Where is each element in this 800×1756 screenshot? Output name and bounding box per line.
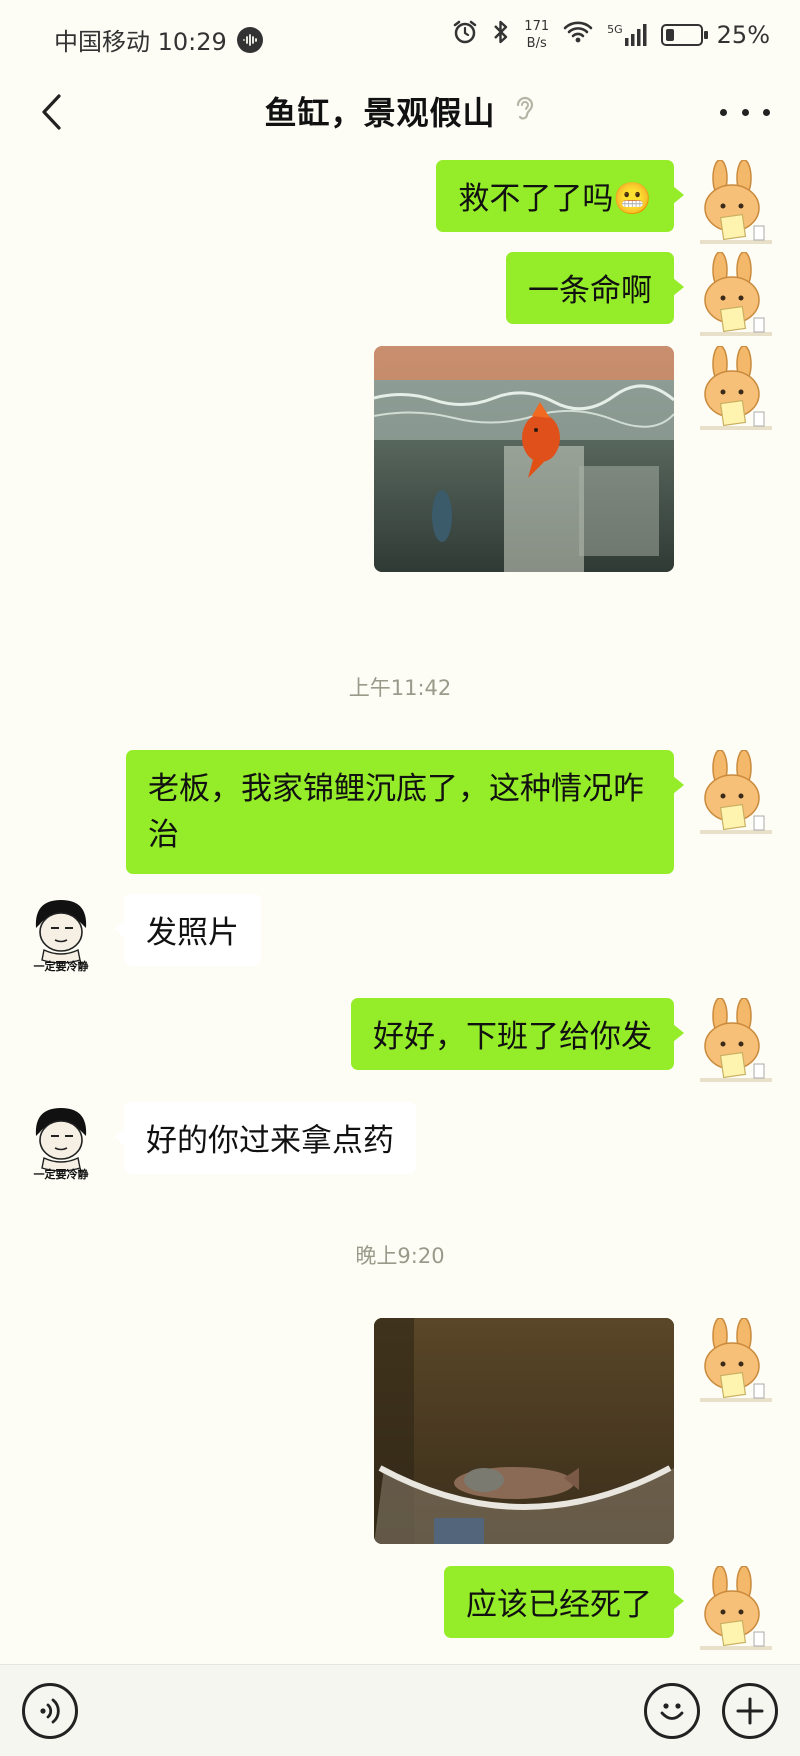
ear-icon (514, 94, 536, 128)
emoji-button[interactable] (644, 1683, 700, 1739)
bunny-avatar-icon (700, 251, 772, 336)
message-text: 救不了了吗😬 (458, 181, 652, 217)
more-dot (720, 108, 727, 116)
my-avatar[interactable] (696, 345, 774, 432)
other-avatar[interactable]: 一定要冷静 (22, 894, 100, 980)
fish-bowl-photo-image (374, 1318, 674, 1544)
my-avatar[interactable] (696, 1317, 774, 1404)
plus-icon (736, 1697, 764, 1725)
battery-icon (660, 24, 708, 46)
avatar-caption: 一定要冷静 (33, 960, 89, 973)
net-speed: 171 B/s (524, 18, 549, 52)
more-button[interactable] (720, 92, 770, 132)
time-divider: 上午11:42 (348, 676, 452, 700)
photo-goldfish-tank[interactable] (374, 346, 674, 572)
avatar-caption: 一定要冷静 (33, 1168, 89, 1181)
nav-title-wrap: 鱼缸，景观假山 (264, 88, 535, 134)
message-row (0, 345, 800, 612)
message-row: 老板，我家锦鲤沉底了，这种情况咋治 (0, 749, 800, 874)
my-avatar[interactable] (696, 1565, 774, 1652)
battery-percent: 25% (716, 21, 770, 49)
more-dot (763, 108, 770, 116)
audio-wave-icon (236, 26, 263, 53)
status-left: 中国移动 10:29 (54, 22, 263, 57)
back-button[interactable] (30, 90, 74, 134)
message-row: 救不了了吗😬 (0, 159, 800, 250)
my-avatar[interactable] (696, 997, 774, 1084)
my-avatar[interactable] (696, 159, 774, 246)
message-row (0, 1317, 800, 1544)
status-bar: 中国移动 10:29 171 B/s 5G 25% (0, 0, 800, 78)
message-bubble[interactable]: 救不了了吗😬 (436, 160, 684, 232)
net-speed-unit: B/s (526, 36, 547, 51)
message-text: 好好，下班了给你发 (373, 1019, 652, 1055)
chevron-left-icon (42, 94, 61, 130)
my-avatar[interactable] (696, 749, 774, 836)
other-avatar[interactable]: 一定要冷静 (22, 1102, 100, 1188)
wifi-icon (563, 20, 593, 50)
emoji-icon (660, 1703, 684, 1720)
message-row: 一定要冷静 发照片 (0, 894, 800, 984)
message-bubble[interactable]: 应该已经死了 (444, 1566, 684, 1638)
message-bubble[interactable]: 好的你过来拿点药 (114, 1102, 416, 1174)
message-row: 好好，下班了给你发 (0, 997, 800, 1088)
my-avatar[interactable] (696, 251, 774, 338)
time-divider: 晚上9:20 (355, 1244, 445, 1268)
message-text: 发照片 (146, 915, 239, 951)
bunny-avatar-icon (700, 997, 772, 1082)
message-bubble[interactable]: 发照片 (114, 894, 261, 966)
bunny-avatar-icon (700, 159, 772, 244)
voice-icon (40, 1698, 60, 1724)
battery-fill (665, 29, 674, 41)
message-text: 好的你过来拿点药 (146, 1123, 394, 1159)
carrier-time: 中国移动 10:29 (54, 28, 227, 56)
input-bar (0, 1664, 800, 1756)
message-row: 应该已经死了 (0, 1565, 800, 1656)
network-type: 5G (607, 23, 623, 36)
net-speed-value: 171 (524, 19, 550, 34)
more-dot (741, 108, 749, 116)
message-text: 应该已经死了 (466, 1587, 652, 1623)
nav-bar: 鱼缸，景观假山 (0, 78, 800, 144)
bunny-avatar-icon (700, 749, 772, 834)
message-bubble[interactable]: 好好，下班了给你发 (351, 998, 684, 1070)
plus-button[interactable] (722, 1683, 778, 1739)
signal-icon: 5G (607, 24, 647, 46)
bluetooth-icon (492, 18, 510, 52)
message-bubble[interactable]: 一条命啊 (506, 252, 684, 324)
status-right: 171 B/s 5G 25% (452, 18, 770, 52)
alarm-icon (452, 19, 478, 51)
goldfish-photo-image (374, 346, 674, 572)
message-bubble[interactable]: 老板，我家锦鲤沉底了，这种情况咋治 (126, 750, 684, 874)
message-text: 一条命啊 (528, 273, 652, 309)
voice-button[interactable] (22, 1683, 78, 1739)
bunny-avatar-icon (700, 1565, 772, 1650)
message-row: 一定要冷静 好的你过来拿点药 (0, 1102, 800, 1192)
photo-fish-bowl[interactable] (374, 1318, 674, 1544)
bunny-avatar-icon (700, 345, 772, 430)
message-text: 老板，我家锦鲤沉底了，这种情况咋治 (148, 771, 644, 853)
chat-title: 鱼缸，景观假山 (264, 94, 496, 132)
bunny-avatar-icon (700, 1317, 772, 1402)
message-row: 一条命啊 (0, 251, 800, 342)
